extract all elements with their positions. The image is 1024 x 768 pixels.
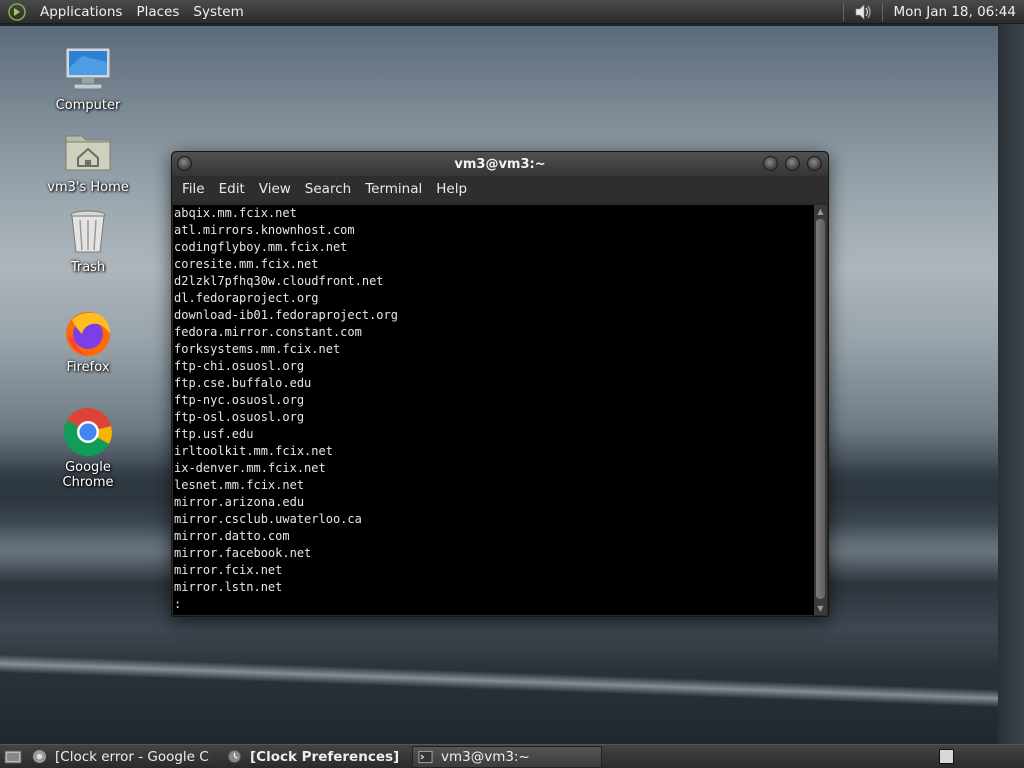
window-menu-button[interactable] xyxy=(177,156,192,171)
taskbar-item-clock-preferences[interactable]: [Clock Preferences] xyxy=(222,746,408,768)
terminal-line: atl.mirrors.knownhost.com xyxy=(174,223,355,237)
chrome-icon xyxy=(32,749,47,765)
desktop-icon-label: Firefox xyxy=(66,360,110,375)
trash-icon xyxy=(62,206,114,258)
terminal-line: mirror.datto.com xyxy=(174,529,290,543)
taskbar-item-label: [Clock Preferences] xyxy=(250,748,400,765)
terminal-line: d2lzkl7pfhq30w.cloudfront.net xyxy=(174,274,384,288)
terminal-line: download-ib01.fedoraproject.org xyxy=(174,308,398,322)
terminal-line: mirror.csclub.uwaterloo.ca xyxy=(174,512,362,526)
scroll-up-arrow-icon[interactable]: ▲ xyxy=(814,205,827,218)
scroll-down-arrow-icon[interactable]: ▼ xyxy=(814,602,827,615)
minimize-button[interactable] xyxy=(763,156,778,171)
terminal-line: ftp.cse.buffalo.edu xyxy=(174,376,312,390)
computer-icon xyxy=(62,44,114,96)
clock[interactable]: Mon Jan 18, 06:44 xyxy=(887,4,1024,20)
show-desktop-icon[interactable] xyxy=(2,747,24,767)
terminal-line: ix-denver.mm.fcix.net xyxy=(174,461,326,475)
terminal-line: codingflyboy.mm.fcix.net xyxy=(174,240,348,254)
terminal-line: irltoolkit.mm.fcix.net xyxy=(174,444,333,458)
terminal-line: mirror.arizona.edu xyxy=(174,495,305,509)
desktop-icon-trash[interactable]: Trash xyxy=(38,206,138,275)
taskbar-item-label: [Clock error - Google Chr... xyxy=(55,748,210,765)
home-folder-icon xyxy=(62,126,114,178)
taskbar-item-chrome[interactable]: [Clock error - Google Chr... xyxy=(28,746,218,768)
window-title: vm3@vm3:~ xyxy=(454,156,546,172)
terminal-line: coresite.mm.fcix.net xyxy=(174,257,319,271)
close-button[interactable] xyxy=(807,156,822,171)
panel-separator xyxy=(843,2,845,21)
menu-view[interactable]: View xyxy=(252,181,298,197)
taskbar-item-label: vm3@vm3:~ xyxy=(441,748,530,765)
desktop-icon-computer[interactable]: Computer xyxy=(38,44,138,113)
desktop-icon-label: Computer xyxy=(55,98,121,113)
maximize-button[interactable] xyxy=(785,156,800,171)
terminal-line: dl.fedoraproject.org xyxy=(174,291,319,305)
wallpaper-edge xyxy=(0,24,1024,26)
clock-icon xyxy=(226,749,242,765)
terminal-line: fedora.mirror.constant.com xyxy=(174,325,362,339)
desktop-icon-label: Trash xyxy=(70,260,106,275)
menu-system[interactable]: System xyxy=(186,4,250,20)
top-panel: Applications Places System Mon Jan 18, 0… xyxy=(0,0,1024,24)
bottom-panel: [Clock error - Google Chr... [Clock Pref… xyxy=(0,744,1024,768)
panel-tray: Mon Jan 18, 06:44 xyxy=(839,0,1024,24)
terminal-line: ftp.usf.edu xyxy=(174,427,254,441)
terminal-line: mirror.fcix.net xyxy=(174,563,283,577)
window-titlebar[interactable]: vm3@vm3:~ xyxy=(172,152,828,176)
terminal-line: ftp-nyc.osuosl.org xyxy=(174,393,305,407)
terminal-line: ftp-osl.osuosl.org xyxy=(174,410,305,424)
menu-help[interactable]: Help xyxy=(429,181,474,197)
wallpaper-frame xyxy=(998,24,1024,744)
terminal-scrollbar[interactable]: ▲ ▼ xyxy=(814,205,827,615)
desktop-icon-firefox[interactable]: Firefox xyxy=(38,306,138,375)
terminal-line: lesnet.mm.fcix.net xyxy=(174,478,305,492)
desktop-icon-chrome[interactable]: Google Chrome xyxy=(38,406,138,490)
scrollbar-thumb[interactable] xyxy=(816,219,825,599)
desktop-icon-home[interactable]: vm3's Home xyxy=(38,126,138,195)
terminal-line: mirror.lstn.net xyxy=(174,580,283,594)
speaker-icon[interactable] xyxy=(852,2,874,22)
menu-places[interactable]: Places xyxy=(129,4,186,20)
terminal-window[interactable]: vm3@vm3:~ File Edit View Search Terminal… xyxy=(171,151,829,617)
terminal-line: mirror.facebook.net xyxy=(174,546,312,560)
terminal-line: forksystems.mm.fcix.net xyxy=(174,342,341,356)
terminal-line: abqix.mm.fcix.net xyxy=(174,206,297,220)
chrome-icon xyxy=(62,406,114,458)
workspace-switcher[interactable] xyxy=(939,749,954,764)
terminal-output[interactable]: abqix.mm.fcix.net atl.mirrors.knownhost.… xyxy=(173,205,815,615)
panel-separator xyxy=(882,2,884,21)
terminal-icon xyxy=(417,749,433,765)
menu-edit[interactable]: Edit xyxy=(212,181,252,197)
terminal-menubar: File Edit View Search Terminal Help xyxy=(172,176,828,202)
terminal-line: ftp-chi.osuosl.org xyxy=(174,359,305,373)
menu-terminal[interactable]: Terminal xyxy=(358,181,429,197)
menu-file[interactable]: File xyxy=(175,181,212,197)
menu-search[interactable]: Search xyxy=(298,181,358,197)
desktop-icon-label: vm3's Home xyxy=(47,180,129,195)
firefox-icon xyxy=(62,306,114,358)
gnome-foot-icon[interactable] xyxy=(7,2,27,22)
wallpaper-stripe xyxy=(0,654,1000,708)
desktop-icon-label: Google Chrome xyxy=(62,460,114,490)
menu-applications[interactable]: Applications xyxy=(33,4,129,20)
terminal-prompt: : xyxy=(174,597,182,611)
taskbar-item-terminal[interactable]: vm3@vm3:~ xyxy=(412,745,602,768)
